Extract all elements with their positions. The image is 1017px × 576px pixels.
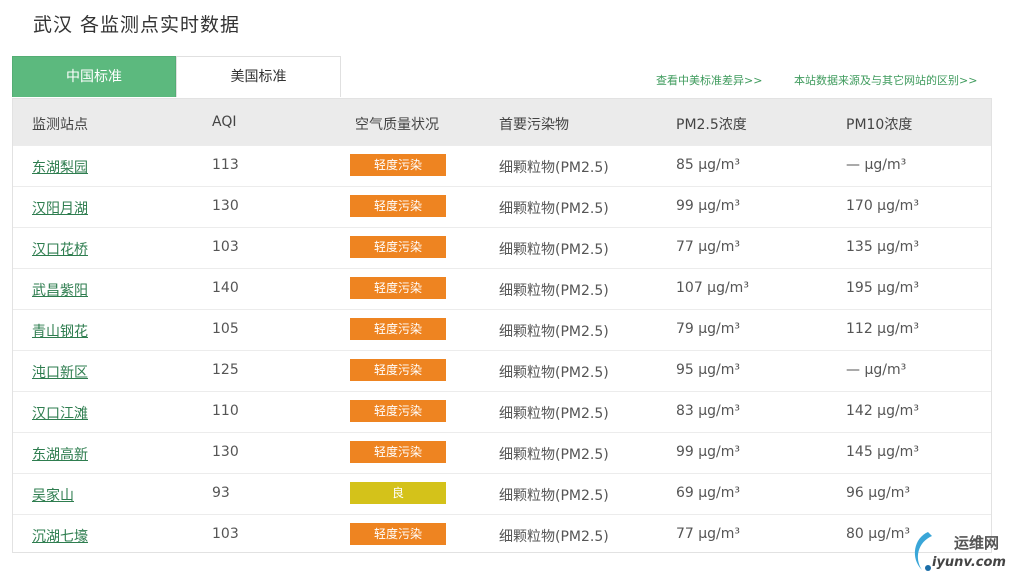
watermark: 运维网 iyunv.com	[908, 528, 1014, 573]
pm10-value: 195 μg/m³	[846, 280, 919, 296]
station-link[interactable]: 沉湖七壕	[32, 526, 88, 546]
pm25-value: 83 μg/m³	[676, 403, 741, 419]
pollutant-value: 细颗粒物(PM2.5)	[499, 324, 609, 340]
quality-badge: 轻度污染	[350, 400, 446, 422]
pm25-value: 99 μg/m³	[676, 444, 741, 460]
table-row: 汉口花桥 103 轻度污染 细颗粒物(PM2.5) 77 μg/m³ 135 μg/m³	[13, 227, 991, 268]
header-quality: 空气质量状况	[355, 117, 439, 133]
pm25-value: 77 μg/m³	[676, 239, 741, 255]
aqi-value: 140	[212, 280, 239, 296]
pollutant-value: 细颗粒物(PM2.5)	[499, 242, 609, 258]
quality-badge: 轻度污染	[350, 195, 446, 217]
table-row: 青山钢花 105 轻度污染 细颗粒物(PM2.5) 79 μg/m³ 112 μg/m³	[13, 309, 991, 350]
quality-badge: 良	[350, 482, 446, 504]
aqi-value: 110	[212, 403, 239, 419]
header-aqi: AQI	[212, 114, 237, 130]
table-row: 武昌紫阳 140 轻度污染 细颗粒物(PM2.5) 107 μg/m³ 195 μg/m³	[13, 268, 991, 309]
header-pm25: PM2.5浓度	[676, 117, 747, 133]
pm10-value: 112 μg/m³	[846, 321, 919, 337]
quality-badge: 轻度污染	[350, 523, 446, 545]
aqi-value: 125	[212, 362, 239, 378]
pm25-value: 95 μg/m³	[676, 362, 741, 378]
pollutant-value: 细颗粒物(PM2.5)	[499, 365, 609, 381]
pm10-value: — μg/m³	[846, 362, 907, 378]
station-link[interactable]: 武昌紫阳	[32, 280, 88, 300]
page-title: 武汉 各监测点实时数据	[33, 14, 241, 36]
aqi-value: 130	[212, 198, 239, 214]
pollutant-value: 细颗粒物(PM2.5)	[499, 406, 609, 422]
aqi-value: 113	[212, 157, 239, 173]
pm25-value: 107 μg/m³	[676, 280, 749, 296]
station-link[interactable]: 青山钢花	[32, 321, 88, 341]
aqi-value: 103	[212, 239, 239, 255]
aqi-value: 93	[212, 485, 230, 501]
header-pm10: PM10浓度	[846, 117, 913, 133]
pm25-value: 77 μg/m³	[676, 526, 741, 542]
station-link[interactable]: 东湖梨园	[32, 157, 88, 177]
table-row: 汉口江滩 110 轻度污染 细颗粒物(PM2.5) 83 μg/m³ 142 μg/m³	[13, 391, 991, 432]
quality-badge: 轻度污染	[350, 359, 446, 381]
pm25-value: 79 μg/m³	[676, 321, 741, 337]
aqi-value: 105	[212, 321, 239, 337]
quality-badge: 轻度污染	[350, 277, 446, 299]
station-link[interactable]: 汉阳月湖	[32, 198, 88, 218]
pm25-value: 69 μg/m³	[676, 485, 741, 501]
station-link[interactable]: 汉口花桥	[32, 239, 88, 259]
table-row: 汉阳月湖 130 轻度污染 细颗粒物(PM2.5) 99 μg/m³ 170 μg/m³	[13, 186, 991, 227]
header-station: 监测站点	[32, 117, 88, 133]
pm10-value: 170 μg/m³	[846, 198, 919, 214]
table-row: 沌口新区 125 轻度污染 细颗粒物(PM2.5) 95 μg/m³ — μg/m³	[13, 350, 991, 391]
pollutant-value: 细颗粒物(PM2.5)	[499, 201, 609, 217]
table-row: 吴家山 93 良 细颗粒物(PM2.5) 69 μg/m³ 96 μg/m³	[13, 473, 991, 514]
aqi-value: 130	[212, 444, 239, 460]
pm25-value: 99 μg/m³	[676, 198, 741, 214]
quality-badge: 轻度污染	[350, 236, 446, 258]
table-row: 东湖梨园 113 轻度污染 细颗粒物(PM2.5) 85 μg/m³ — μg/m³	[13, 145, 991, 186]
link-data-source[interactable]: 本站数据来源及与其它网站的区别>>	[794, 72, 977, 88]
pollutant-value: 细颗粒物(PM2.5)	[499, 488, 609, 504]
tab-us-standard[interactable]: 美国标准	[176, 56, 341, 97]
header-pollutant: 首要污染物	[499, 117, 569, 133]
pollutant-value: 细颗粒物(PM2.5)	[499, 160, 609, 176]
table-row: 沉湖七壕 103 轻度污染 细颗粒物(PM2.5) 77 μg/m³ 80 μg/m³	[13, 514, 991, 555]
pm25-value: 85 μg/m³	[676, 157, 741, 173]
quality-badge: 轻度污染	[350, 318, 446, 340]
station-table: 监测站点 AQI 空气质量状况 首要污染物 PM2.5浓度 PM10浓度 东湖梨…	[12, 98, 992, 553]
station-link[interactable]: 汉口江滩	[32, 403, 88, 423]
pm10-value: 96 μg/m³	[846, 485, 911, 501]
station-link[interactable]: 沌口新区	[32, 362, 88, 382]
table-header: 监测站点 AQI 空气质量状况 首要污染物 PM2.5浓度 PM10浓度	[13, 99, 991, 145]
pm10-value: 135 μg/m³	[846, 239, 919, 255]
pollutant-value: 细颗粒物(PM2.5)	[499, 529, 609, 545]
station-link[interactable]: 吴家山	[32, 485, 74, 505]
quality-badge: 轻度污染	[350, 441, 446, 463]
pm10-value: 145 μg/m³	[846, 444, 919, 460]
link-standard-diff[interactable]: 查看中美标准差异>>	[656, 72, 762, 88]
watermark-cn: 运维网	[954, 534, 1000, 552]
quality-badge: 轻度污染	[350, 154, 446, 176]
pm10-value: 142 μg/m³	[846, 403, 919, 419]
pm10-value: — μg/m³	[846, 157, 907, 173]
table-row: 东湖高新 130 轻度污染 细颗粒物(PM2.5) 99 μg/m³ 145 μg/m³	[13, 432, 991, 473]
station-link[interactable]: 东湖高新	[32, 444, 88, 464]
watermark-domain: iyunv.com	[932, 555, 1006, 570]
pollutant-value: 细颗粒物(PM2.5)	[499, 283, 609, 299]
aqi-value: 103	[212, 526, 239, 542]
pollutant-value: 细颗粒物(PM2.5)	[499, 447, 609, 463]
tab-china-standard[interactable]: 中国标准	[12, 56, 176, 97]
